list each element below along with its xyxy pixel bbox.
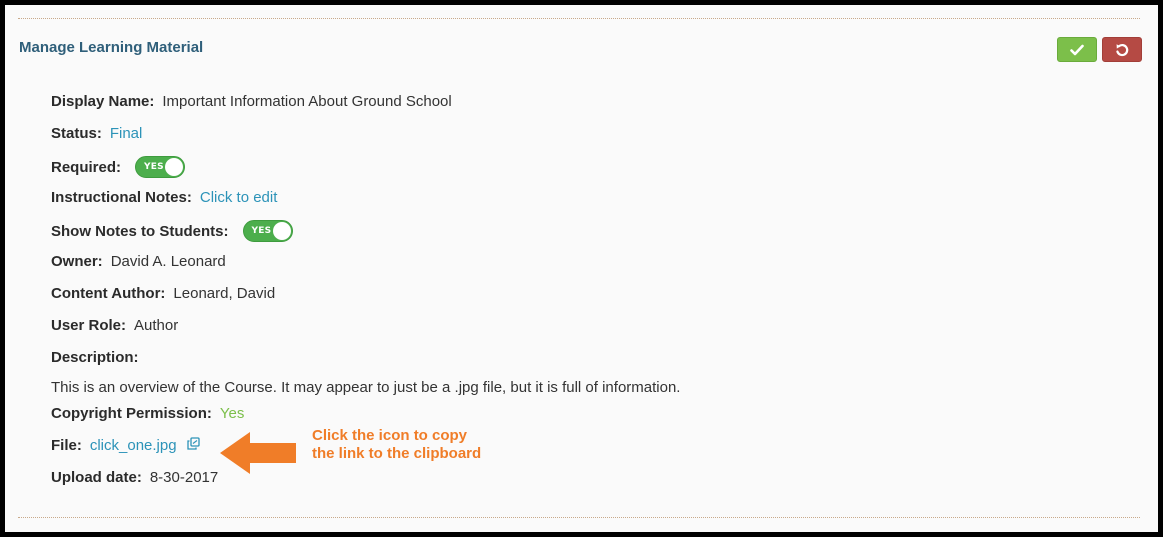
instructional-notes-row: Instructional Notes: Click to edit (51, 189, 277, 206)
file-row: File: click_one.jpg (51, 437, 200, 454)
owner-label: Owner: (51, 253, 103, 270)
show-notes-label: Show Notes to Students: (51, 222, 229, 240)
bottom-divider (18, 517, 1140, 518)
top-divider (18, 18, 1140, 19)
copyright-row: Copyright Permission: Yes (51, 405, 244, 422)
instructional-notes-edit-link[interactable]: Click to edit (200, 189, 278, 206)
show-notes-toggle[interactable]: YES (242, 220, 293, 242)
file-label: File: (51, 437, 82, 454)
panel-title: Manage Learning Material (19, 39, 204, 56)
user-role-value: Author (134, 317, 179, 334)
toggle-knob (272, 222, 291, 240)
upload-date-label: Upload date: (51, 469, 142, 486)
learning-material-panel: Manage Learning Material Display Name: I… (0, 0, 1163, 537)
instructional-notes-label: Instructional Notes: (51, 189, 192, 206)
callout-arrow-icon (220, 432, 296, 474)
content-author-label: Content Author: (51, 285, 166, 302)
status-value-link[interactable]: Final (110, 125, 143, 142)
callout-text: Click the icon to copy the link to the c… (312, 427, 482, 462)
required-row: Required: YES (51, 156, 186, 178)
cancel-button[interactable] (1102, 37, 1142, 62)
status-label: Status: (51, 125, 102, 142)
user-role-row: User Role: Author (51, 317, 178, 334)
show-notes-toggle-label: YES (251, 226, 272, 236)
display-name-label: Display Name: (51, 93, 155, 110)
undo-icon (1116, 43, 1129, 56)
display-name-row: Display Name: Important Information Abou… (51, 93, 452, 110)
status-row: Status: Final (51, 125, 142, 142)
show-notes-row: Show Notes to Students: YES (51, 220, 293, 242)
description-row: Description: (51, 349, 147, 366)
upload-date-row: Upload date: 8-30-2017 (51, 469, 218, 486)
content-author-row: Content Author: Leonard, David (51, 285, 275, 302)
required-label: Required: (51, 158, 122, 176)
content-author-value: Leonard, David (173, 285, 276, 302)
description-label: Description: (51, 349, 139, 366)
copy-icon[interactable] (186, 437, 200, 454)
save-button[interactable] (1057, 37, 1097, 62)
owner-row: Owner: David A. Leonard (51, 253, 226, 270)
check-icon (1070, 44, 1084, 55)
user-role-label: User Role: (51, 317, 127, 334)
upload-date-value: 8-30-2017 (149, 469, 219, 486)
required-toggle-label: YES (144, 162, 164, 172)
toggle-knob (165, 158, 184, 176)
copyright-value: Yes (219, 405, 245, 422)
copyright-label: Copyright Permission: (51, 405, 212, 422)
required-toggle[interactable]: YES (135, 156, 186, 178)
file-link[interactable]: click_one.jpg (90, 437, 177, 454)
description-value: This is an overview of the Course. It ma… (51, 379, 681, 396)
owner-value: David A. Leonard (110, 253, 226, 270)
display-name-value: Important Information About Ground Schoo… (162, 93, 452, 110)
